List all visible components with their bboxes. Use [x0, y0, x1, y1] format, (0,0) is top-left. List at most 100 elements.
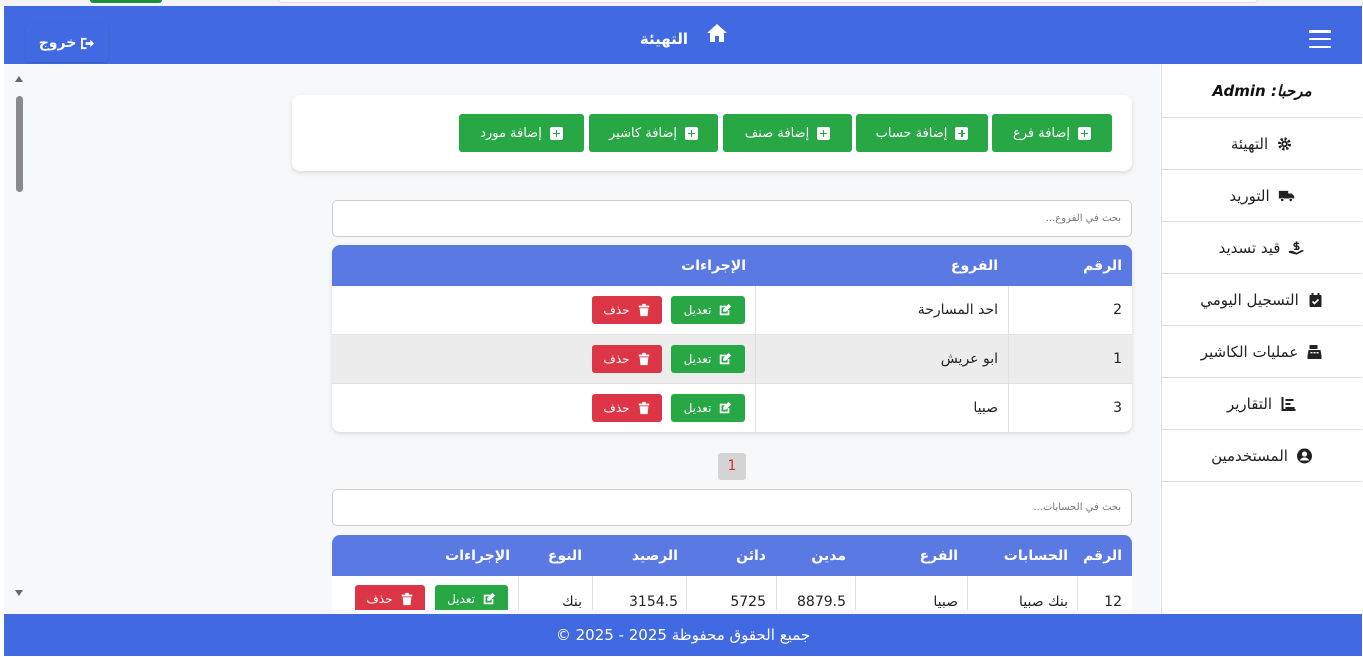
- column-header-actions: الإجراءات: [445, 548, 510, 564]
- edit-button[interactable]: تعديل: [435, 585, 508, 610]
- edit-label: تعديل: [683, 303, 712, 317]
- edit-button[interactable]: تعديل: [671, 394, 745, 422]
- column-header-balance: الرصيد: [631, 548, 678, 564]
- add-supplier-label: إضافة مورد: [480, 125, 542, 141]
- add-supplier-button[interactable]: إضافة مورد: [459, 114, 584, 152]
- copyright-text: جميع الحقوق محفوظة 2025 - 2025 ©: [555, 626, 811, 644]
- trash-icon: [401, 592, 412, 606]
- trash-icon: [638, 303, 649, 317]
- welcome-text: مرحبا: Admin: [1162, 64, 1362, 118]
- calendar-check-icon: [1309, 292, 1322, 307]
- table-row: 2 احد المسارحة تعديل حذف: [332, 286, 1132, 335]
- plus-square-icon: [817, 126, 831, 140]
- plus-square-icon: [549, 126, 563, 140]
- row-number: 2: [1113, 302, 1122, 318]
- chart-bar-icon: [1281, 396, 1296, 411]
- top-navbar: خروج التهيئة: [4, 6, 1362, 64]
- sidebar-item-cashier-operations[interactable]: عمليات الكاشير: [1162, 326, 1362, 378]
- scroll-down-arrow-icon[interactable]: [15, 590, 23, 596]
- add-cashier-button[interactable]: إضافة كاشير: [589, 114, 718, 152]
- row-number: 3: [1113, 400, 1122, 416]
- logout-label: خروج: [38, 35, 77, 51]
- column-header-number: الرقم: [1083, 548, 1122, 564]
- add-branch-label: إضافة فرع: [1012, 125, 1071, 141]
- sidebar-item-label: التسجيل اليومي: [1200, 290, 1299, 309]
- branches-table-header: الرقم الفروع الإجراءات: [332, 245, 1132, 286]
- add-category-button[interactable]: إضافة صنف: [723, 114, 852, 152]
- browser-address-bar[interactable]: [278, 0, 1258, 3]
- plus-square-icon: [1078, 126, 1092, 140]
- edit-label: تعديل: [683, 352, 712, 366]
- column-header-account: الحسابات: [1003, 548, 1068, 564]
- home-icon[interactable]: [706, 23, 728, 43]
- sidebar-item-label: التوريد: [1229, 186, 1270, 205]
- sidebar-item-reports[interactable]: التقارير: [1162, 378, 1362, 430]
- column-header-number: الرقم: [1083, 258, 1122, 274]
- edit-icon: [720, 352, 732, 365]
- sidebar-item-label: التقارير: [1226, 394, 1273, 413]
- column-header-actions: الإجراءات: [681, 258, 746, 274]
- accounts-table: الرقم الحسابات الفرع مدين دائن الرصيد ال…: [332, 535, 1132, 610]
- row-branch-name: احد المسارحة: [917, 302, 998, 318]
- accounts-search-input[interactable]: بحث في الحسابات...: [332, 489, 1132, 526]
- scrollbar[interactable]: [14, 76, 24, 606]
- branches-search-input[interactable]: بحث في الفروع...: [332, 200, 1132, 237]
- table-row: 12 بنك صبيا صبيا 8879.5 5725 3154.5 بنك …: [332, 576, 1132, 610]
- delete-button[interactable]: حذف: [592, 296, 662, 324]
- sidebar-item-payment-entry[interactable]: قيد تسديد: [1162, 222, 1362, 274]
- scroll-up-arrow-icon[interactable]: [15, 76, 23, 82]
- add-account-label: إضافة حساب: [875, 125, 948, 141]
- hand-holding-dollar-icon: [1289, 240, 1305, 255]
- scrollbar-thumb[interactable]: [16, 96, 23, 192]
- logout-button[interactable]: خروج: [26, 24, 108, 62]
- sidebar-item-label: التهيئة: [1230, 134, 1269, 153]
- delete-label: حذف: [603, 303, 630, 317]
- accounts-table-header: الرقم الحسابات الفرع مدين دائن الرصيد ال…: [332, 535, 1132, 576]
- column-header-branch: الفرع: [919, 548, 958, 564]
- actions-card: إضافة فرع إضافة حساب إضافة صنف إضافة كاش…: [292, 95, 1132, 171]
- user-circle-icon: [1296, 448, 1312, 463]
- sidebar-item-label: قيد تسديد: [1218, 238, 1281, 257]
- edit-icon: [483, 592, 496, 605]
- footer: جميع الحقوق محفوظة 2025 - 2025 ©: [4, 614, 1362, 656]
- edit-button[interactable]: تعديل: [671, 345, 745, 373]
- sidebar-item-supply[interactable]: التوريد: [1162, 170, 1362, 222]
- gear-icon: [1278, 137, 1292, 150]
- add-cashier-label: إضافة كاشير: [608, 125, 678, 141]
- sidebar-item-users[interactable]: المستخدمين: [1162, 430, 1362, 482]
- truck-icon: [1278, 190, 1294, 202]
- delete-label: حذف: [603, 352, 630, 366]
- browser-tab-indicator: [90, 0, 162, 3]
- delete-label: حذف: [366, 592, 393, 606]
- edit-icon: [720, 303, 732, 316]
- trash-icon: [638, 401, 649, 415]
- sidebar-item-setup[interactable]: التهيئة: [1162, 118, 1362, 170]
- edit-label: تعديل: [683, 401, 712, 415]
- plus-square-icon: [685, 126, 699, 140]
- row-number: 1: [1113, 351, 1122, 367]
- delete-button[interactable]: حذف: [592, 394, 662, 422]
- table-row: 1 ابو عريش تعديل حذف: [332, 335, 1132, 384]
- sidebar-item-daily-log[interactable]: التسجيل اليومي: [1162, 274, 1362, 326]
- edit-label: تعديل: [447, 592, 475, 606]
- row-account-name: بنك صبيا: [1019, 594, 1068, 610]
- add-branch-button[interactable]: إضافة فرع: [992, 114, 1112, 152]
- add-category-label: إضافة صنف: [744, 125, 810, 141]
- sidebar-item-label: عمليات الكاشير: [1200, 342, 1299, 361]
- hamburger-menu-icon[interactable]: [1309, 30, 1331, 48]
- row-debit: 8879.5: [797, 594, 846, 610]
- column-header-branch: الفروع: [950, 258, 998, 274]
- edit-button[interactable]: تعديل: [671, 296, 745, 324]
- row-type: بنك: [562, 594, 582, 610]
- delete-label: حذف: [603, 401, 630, 415]
- column-header-credit: دائن: [736, 548, 766, 564]
- column-header-type: النوع: [547, 548, 582, 564]
- add-account-button[interactable]: إضافة حساب: [856, 114, 988, 152]
- edit-icon: [720, 401, 732, 414]
- delete-button[interactable]: حذف: [592, 345, 662, 373]
- delete-button[interactable]: حذف: [355, 585, 425, 610]
- pagination-page-button[interactable]: 1: [718, 453, 746, 480]
- row-credit: 5725: [730, 594, 766, 610]
- plus-square-icon: [955, 126, 969, 140]
- branches-table: الرقم الفروع الإجراءات 2 احد المسارحة تع…: [332, 245, 1132, 432]
